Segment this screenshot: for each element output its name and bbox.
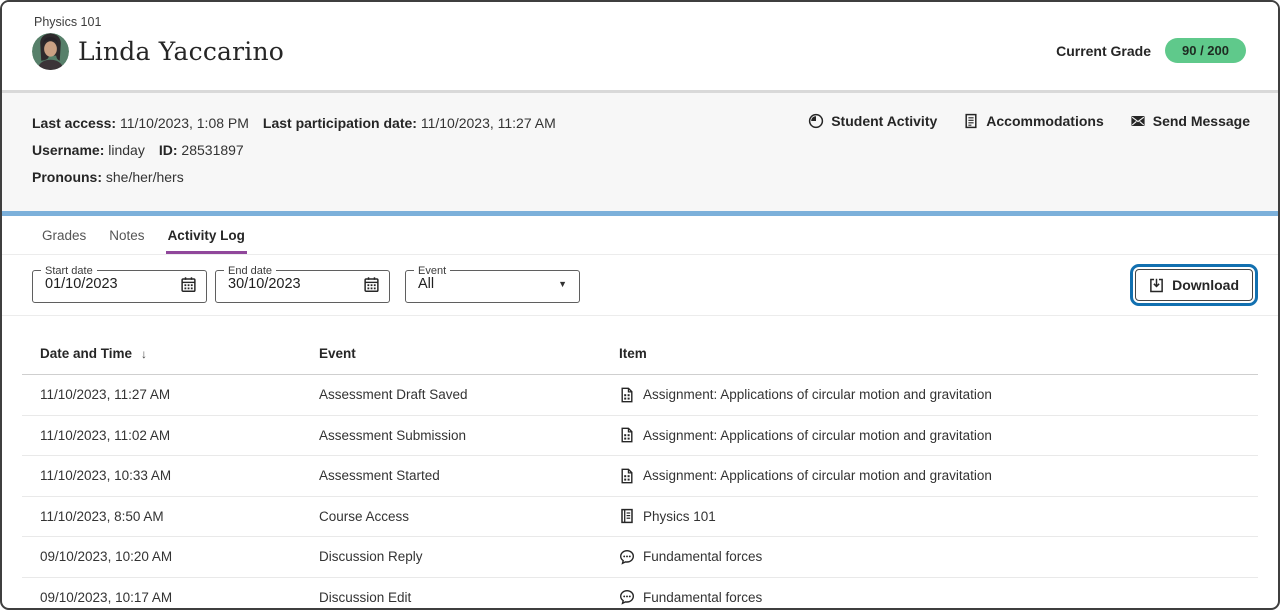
start-date-label: Start date [41,265,97,277]
accommodations-icon [963,113,979,129]
username: Username: linday [32,142,145,158]
student-activity-label: Student Activity [831,113,937,129]
start-date-value: 01/10/2023 [45,276,118,292]
cell-date: 09/10/2023, 10:17 AM [22,590,319,605]
pronouns: Pronouns: she/her/hers [32,169,184,185]
cell-event: Assessment Submission [319,428,619,443]
sort-descending-icon[interactable]: ↓ [141,347,147,361]
item-label: Assignment: Applications of circular mot… [643,387,992,402]
chevron-down-icon: ▼ [558,279,570,289]
column-item: Item [619,346,1258,361]
table-row[interactable]: 11/10/2023, 10:33 AM Assessment Started … [22,456,1258,497]
grade-badge[interactable]: 90 / 200 [1165,38,1246,63]
download-label: Download [1172,277,1239,293]
cell-item[interactable]: Assignment: Applications of circular mot… [619,387,1258,403]
item-label: Assignment: Applications of circular mot… [643,468,992,483]
cell-date: 11/10/2023, 8:50 AM [22,509,319,524]
cell-date: 11/10/2023, 11:27 AM [22,387,319,402]
start-date-field[interactable]: Start date 01/10/2023 [32,265,207,303]
tab-activity-log[interactable]: Activity Log [166,216,247,254]
end-date-field[interactable]: End date 30/10/2023 [215,265,390,303]
student-id: ID: 28531897 [159,142,244,158]
table-row[interactable]: 09/10/2023, 10:20 AM Discussion Reply Fu… [22,537,1258,578]
item-label: Fundamental forces [643,590,762,605]
download-icon [1149,278,1164,293]
tab-notes[interactable]: Notes [107,216,146,254]
current-grade-label: Current Grade [1056,43,1151,59]
cell-event: Assessment Draft Saved [319,387,619,402]
last-access: Last access: 11/10/2023, 1:08 PM [32,115,249,131]
cell-event: Assessment Started [319,468,619,483]
course-icon [619,508,635,524]
clock-icon [808,113,824,129]
assignment-icon [619,427,635,443]
event-select-value: All [418,276,434,292]
student-header: Physics 101 Linda Yaccarino Current Grad… [2,2,1278,90]
table-row[interactable]: 11/10/2023, 11:02 AM Assessment Submissi… [22,416,1258,457]
calendar-icon[interactable] [363,276,380,293]
cell-item[interactable]: Fundamental forces [619,589,1258,605]
cell-date: 11/10/2023, 11:02 AM [22,428,319,443]
cell-event: Course Access [319,509,619,524]
assignment-icon [619,468,635,484]
item-label: Fundamental forces [643,549,762,564]
event-select[interactable]: Event All ▼ [405,265,580,303]
accommodations-button[interactable]: Accommodations [963,113,1103,129]
download-button[interactable]: Download [1135,269,1253,301]
end-date-value: 30/10/2023 [228,276,301,292]
envelope-icon [1130,113,1146,129]
send-message-label: Send Message [1153,113,1250,129]
last-participation: Last participation date: 11/10/2023, 11:… [263,115,556,131]
table-body: 11/10/2023, 11:27 AM Assessment Draft Sa… [22,375,1258,610]
cell-item[interactable]: Fundamental forces [619,549,1258,565]
avatar [32,33,69,70]
student-activity-button[interactable]: Student Activity [808,113,937,129]
window-frame: Physics 101 Linda Yaccarino Current Grad… [0,0,1280,610]
accommodations-label: Accommodations [986,113,1103,129]
column-date-time[interactable]: Date and Time ↓ [22,346,319,361]
activity-log-table: Date and Time ↓ Event Item 11/10/2023, 1… [22,337,1258,610]
end-date-label: End date [224,265,276,277]
send-message-button[interactable]: Send Message [1130,113,1250,129]
cell-event: Discussion Edit [319,590,619,605]
calendar-icon[interactable] [180,276,197,293]
student-info-panel: Last access: 11/10/2023, 1:08 PM Last pa… [2,93,1278,211]
filter-bar: Start date 01/10/2023 End date 30/10/202… [2,255,1278,316]
cell-event: Discussion Reply [319,549,619,564]
item-label: Physics 101 [643,509,716,524]
student-name: Linda Yaccarino [78,37,284,66]
discussion-icon [619,589,635,605]
assignment-icon [619,387,635,403]
cell-date: 09/10/2023, 10:20 AM [22,549,319,564]
table-row[interactable]: 11/10/2023, 11:27 AM Assessment Draft Sa… [22,375,1258,416]
table-row[interactable]: 09/10/2023, 10:17 AM Discussion Edit Fun… [22,578,1258,610]
item-label: Assignment: Applications of circular mot… [643,428,992,443]
cell-item[interactable]: Assignment: Applications of circular mot… [619,468,1258,484]
tab-grades[interactable]: Grades [40,216,88,254]
table-row[interactable]: 11/10/2023, 8:50 AM Course Access Physic… [22,497,1258,538]
discussion-icon [619,549,635,565]
column-event: Event [319,346,619,361]
course-label: Physics 101 [34,15,1250,29]
cell-item[interactable]: Physics 101 [619,508,1258,524]
cell-item[interactable]: Assignment: Applications of circular mot… [619,427,1258,443]
tab-bar: Grades Notes Activity Log [2,216,1278,255]
download-highlight-ring: Download [1130,264,1258,306]
table-header-row: Date and Time ↓ Event Item [22,337,1258,375]
cell-date: 11/10/2023, 10:33 AM [22,468,319,483]
